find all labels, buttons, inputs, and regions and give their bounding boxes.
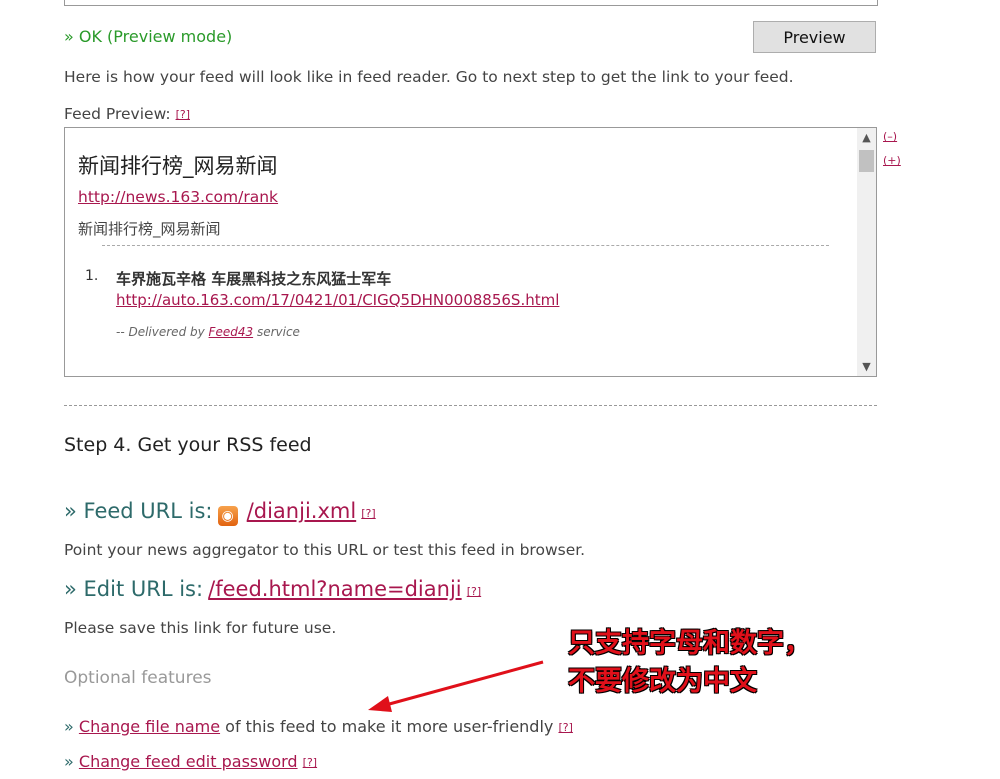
annotation-arrow-icon	[368, 660, 544, 712]
change-password-row: » Change feed edit password [?]	[64, 752, 317, 771]
feed43-link[interactable]: Feed43	[209, 325, 254, 339]
zoom-in-link[interactable]: (+)	[883, 154, 901, 167]
feed-url-label: » Feed URL is:	[64, 499, 213, 523]
feed-preview-scrollbar[interactable]: ▲ ▼	[857, 128, 876, 376]
feed-url-row: » Feed URL is: ◉ /dianji.xml [?]	[64, 499, 376, 526]
feed-item-title: 车界施瓦辛格 车展黑科技之东风猛士军车	[116, 270, 392, 288]
previous-textarea-bottom	[64, 0, 878, 6]
section-divider	[64, 405, 877, 406]
rss-icon: ◉	[217, 506, 238, 526]
edit-url-row: » Edit URL is: /feed.html?name=dianji [?…	[64, 577, 481, 601]
delivered-prefix: -- Delivered by	[116, 325, 205, 339]
edit-url-label: » Edit URL is:	[64, 577, 204, 601]
feed-preview-label: Feed Preview:	[64, 105, 171, 123]
feed-preview-box[interactable]: 新闻排行榜_网易新闻 http://news.163.com/rank 新闻排行…	[64, 127, 877, 377]
zoom-out-link[interactable]: (–)	[883, 130, 897, 143]
feed-description: 新闻排行榜_网易新闻	[78, 220, 221, 238]
feed-url-link[interactable]: /dianji.xml	[247, 499, 356, 523]
feed-item-link[interactable]: http://auto.163.com/17/0421/01/CIGQ5DHN0…	[116, 291, 559, 309]
feed-preview-help-link[interactable]: [?]	[176, 108, 190, 121]
step4-title: Step 4. Get your RSS feed	[64, 434, 312, 456]
feed-item-number: 1.	[85, 268, 99, 284]
annotation-line-1: 只支持字母和数字，	[568, 628, 811, 659]
feed-item-divider	[102, 245, 829, 246]
change-name-help-link[interactable]: [?]	[558, 721, 572, 734]
intro-text: Here is how your feed will look like in …	[64, 68, 794, 86]
edit-url-help-link[interactable]: [?]	[467, 585, 481, 598]
feed-delivered-note: -- Delivered by Feed43 service	[116, 325, 300, 339]
delivered-suffix: service	[256, 325, 300, 339]
annotation-line-2: 不要修改为中文	[568, 666, 757, 697]
preview-button[interactable]: Preview	[753, 21, 876, 53]
feed-preview-content: 新闻排行榜_网易新闻 http://news.163.com/rank 新闻排行…	[78, 150, 848, 239]
edit-url-note: Please save this link for future use.	[64, 619, 337, 637]
scroll-down-icon[interactable]: ▼	[857, 357, 876, 376]
scroll-up-icon[interactable]: ▲	[857, 128, 876, 147]
feed-link[interactable]: http://news.163.com/rank	[78, 188, 278, 206]
feed-url-note: Point your news aggregator to this URL o…	[64, 541, 586, 559]
change-file-name-link[interactable]: Change file name	[79, 717, 220, 736]
change-password-link[interactable]: Change feed edit password	[79, 752, 298, 771]
feed-url-help-link[interactable]: [?]	[361, 507, 375, 520]
change-password-help-link[interactable]: [?]	[303, 756, 317, 769]
optional-features-heading: Optional features	[64, 668, 212, 688]
feed-title: 新闻排行榜_网易新闻	[78, 154, 278, 178]
change-pw-bullet: »	[64, 752, 74, 771]
change-name-bullet: »	[64, 717, 74, 736]
scroll-thumb[interactable]	[859, 150, 874, 172]
edit-url-link[interactable]: /feed.html?name=dianji	[208, 577, 461, 601]
feed-preview-label-row: Feed Preview: [?]	[64, 105, 190, 123]
annotation-text: 只支持字母和数字， 不要修改为中文	[568, 625, 811, 701]
status-ok-text: » OK (Preview mode)	[64, 27, 233, 46]
